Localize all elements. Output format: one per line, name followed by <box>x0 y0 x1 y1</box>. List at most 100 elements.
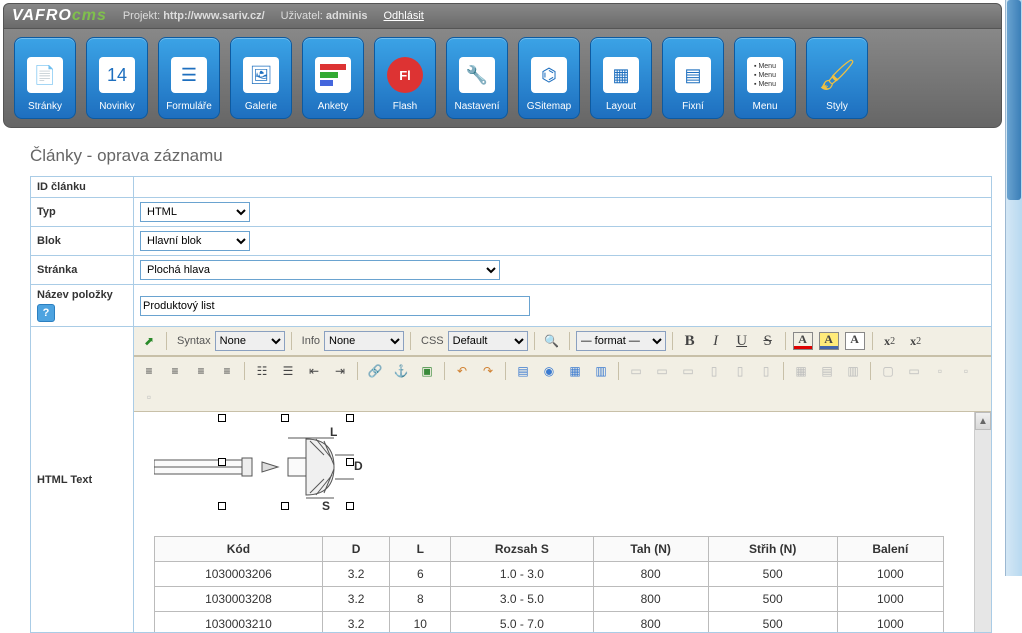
block-label: Blok <box>31 227 134 256</box>
misc2-button[interactable]: ▫ <box>955 360 977 382</box>
toolbar-stránky[interactable]: 📄Stránky <box>14 37 76 119</box>
split-cell-v-button[interactable]: ▥ <box>842 360 864 382</box>
format-select[interactable]: — format — <box>576 331 666 351</box>
help-button[interactable]: ◉ <box>538 360 560 382</box>
label-L: L <box>330 425 337 439</box>
insert-col-after-button[interactable]: ▯ <box>729 360 751 382</box>
htmltext-label: HTML Text <box>31 327 134 633</box>
toolbar-layout[interactable]: ▦Layout <box>590 37 652 119</box>
toolbar-label: Fixní <box>682 101 704 112</box>
font-box-button[interactable]: A <box>844 330 866 352</box>
toolbar-nastavení[interactable]: 🔧 Nastavení <box>446 37 508 119</box>
calendar-icon: 14 <box>99 57 135 93</box>
selection-handle[interactable] <box>218 414 226 422</box>
table-cell: 3.2 <box>322 587 390 612</box>
indent-button[interactable]: ⇥ <box>329 360 351 382</box>
superscript-button[interactable]: x2 <box>905 330 927 352</box>
toolbar-ankety[interactable]: Ankety <box>302 37 364 119</box>
table-row: 10300032103.2105.0 - 7.08005001000 <box>155 612 944 633</box>
text-color-button[interactable]: A <box>792 330 814 352</box>
source-button[interactable]: ▤ <box>512 360 534 382</box>
align-justify-button[interactable]: ≡ <box>216 360 238 382</box>
align-center-button[interactable]: ≡ <box>164 360 186 382</box>
poll-icon <box>315 57 351 93</box>
help-icon[interactable]: ? <box>37 304 55 322</box>
toolbar-label: Menu <box>752 101 777 112</box>
block-select[interactable]: Hlavní blok <box>140 231 250 251</box>
id-label: ID článku <box>31 177 134 198</box>
selection-handle[interactable] <box>281 414 289 422</box>
css-select[interactable]: Default <box>448 331 528 351</box>
table-header: Kód <box>155 537 323 562</box>
toolbar-flash[interactable]: FlFlash <box>374 37 436 119</box>
misc3-button[interactable]: ▫ <box>138 386 160 408</box>
table-cell: 6 <box>390 562 451 587</box>
table-cell: 3.2 <box>322 612 390 633</box>
redo-button[interactable]: ↷ <box>477 360 499 382</box>
undo-button[interactable]: ↶ <box>451 360 473 382</box>
misc1-button[interactable]: ▫ <box>929 360 951 382</box>
toolbar-styly[interactable]: 🖌Styly <box>806 37 868 119</box>
ordered-list-button[interactable]: ☷ <box>251 360 273 382</box>
delete-row-button[interactable]: ▭ <box>677 360 699 382</box>
settings-icon: 🔧 <box>459 57 495 93</box>
table-header: D <box>322 537 390 562</box>
syntax-select[interactable]: None <box>215 331 285 351</box>
expand-icon[interactable]: ⬈ <box>138 330 160 352</box>
table-cell: 10 <box>390 612 451 633</box>
bg-color-button[interactable]: A <box>818 330 840 352</box>
main-scrollbar[interactable] <box>1005 0 1022 576</box>
label-S: S <box>322 499 330 513</box>
split-cell-h-button[interactable]: ▤ <box>816 360 838 382</box>
grid-button[interactable]: ▥ <box>590 360 612 382</box>
merge-cells-button[interactable]: ▦ <box>790 360 812 382</box>
selection-handle[interactable] <box>281 502 289 510</box>
editor-body[interactable]: ▲ <box>134 412 991 632</box>
row-props-button[interactable]: ▭ <box>903 360 925 382</box>
selection-handle[interactable] <box>218 502 226 510</box>
toolbar-label: Nastavení <box>454 101 499 112</box>
subscript-button[interactable]: x2 <box>879 330 901 352</box>
toolbar-novinky[interactable]: 14Novinky <box>86 37 148 119</box>
delete-col-button[interactable]: ▯ <box>755 360 777 382</box>
table-cell: 1030003210 <box>155 612 323 633</box>
bold-button[interactable]: B <box>679 330 701 352</box>
table-cell: 500 <box>708 612 837 633</box>
table-cell: 1000 <box>837 612 943 633</box>
underline-button[interactable]: U <box>731 330 753 352</box>
align-left-button[interactable]: ≡ <box>138 360 160 382</box>
italic-button[interactable]: I <box>705 330 727 352</box>
selection-handle[interactable] <box>346 502 354 510</box>
page-select[interactable]: Plochá hlava <box>140 260 500 280</box>
cell-props-button[interactable]: ▢ <box>877 360 899 382</box>
insert-col-before-button[interactable]: ▯ <box>703 360 725 382</box>
logout-link[interactable]: Odhlásit <box>384 10 424 22</box>
toolbar-galerie[interactable]: 🖼Galerie <box>230 37 292 119</box>
toolbar-gsitemap[interactable]: ⌬GSitemap <box>518 37 580 119</box>
selection-handle[interactable] <box>346 458 354 466</box>
outdent-button[interactable]: ⇤ <box>303 360 325 382</box>
search-icon[interactable]: 🔍 <box>541 330 563 352</box>
image-button[interactable]: ▣ <box>416 360 438 382</box>
unordered-list-button[interactable]: ☰ <box>277 360 299 382</box>
link-button[interactable]: 🔗 <box>364 360 386 382</box>
selection-handle[interactable] <box>346 414 354 422</box>
main-toolbar: 📄Stránky14Novinky☰Formuláře🖼GalerieAnket… <box>3 29 1002 128</box>
insert-row-after-button[interactable]: ▭ <box>651 360 673 382</box>
selection-handle[interactable] <box>218 458 226 466</box>
insert-row-before-button[interactable]: ▭ <box>625 360 647 382</box>
strike-button[interactable]: S <box>757 330 779 352</box>
toolbar-menu[interactable]: ▪ Menu▪ Menu▪ MenuMenu <box>734 37 796 119</box>
info-select[interactable]: None <box>324 331 404 351</box>
table-cell: 500 <box>708 587 837 612</box>
align-right-button[interactable]: ≡ <box>190 360 212 382</box>
anchor-button[interactable]: ⚓ <box>390 360 412 382</box>
app-logo: VAFROcms <box>12 7 107 25</box>
type-select[interactable]: HTML <box>140 202 250 222</box>
toolbar-formuláře[interactable]: ☰Formuláře <box>158 37 220 119</box>
toolbar-fixní[interactable]: ▤Fixní <box>662 37 724 119</box>
name-input[interactable] <box>140 296 530 316</box>
table-button[interactable]: ▦ <box>564 360 586 382</box>
table-header: Tah (N) <box>593 537 708 562</box>
toolbar-label: Stránky <box>28 101 62 112</box>
